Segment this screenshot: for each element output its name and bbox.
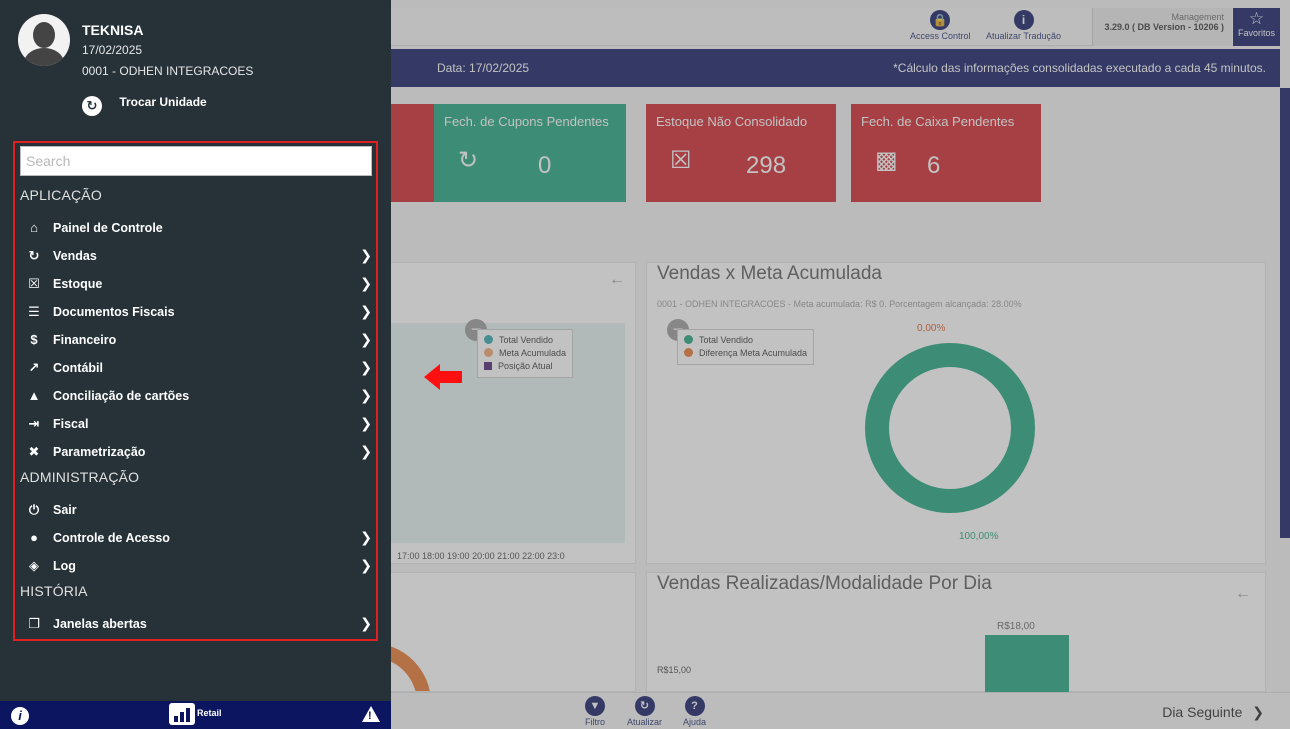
menu-item-label: Financeiro xyxy=(53,333,117,347)
user-date: 17/02/2025 xyxy=(82,43,143,57)
chart-line-icon: ↗ xyxy=(28,360,40,375)
user-name: TEKNISA xyxy=(82,22,144,38)
chevron-right-icon: ❯ xyxy=(360,387,372,403)
chevron-right-icon: ❯ xyxy=(360,415,372,431)
menu-item-label: Controle de Acesso xyxy=(53,531,170,545)
chevron-right-icon: ❯ xyxy=(360,529,372,545)
menu-section-title: HISTÓRIA xyxy=(20,583,88,599)
chevron-right-icon: ❯ xyxy=(360,359,372,375)
menu-item-log[interactable]: ◈ Log ❯ xyxy=(20,553,374,579)
switch-unit-button[interactable]: ↻ Trocar Unidade xyxy=(82,95,207,116)
chevron-right-icon: ❯ xyxy=(360,275,372,291)
chevron-right-icon: ❯ xyxy=(360,303,372,319)
warning-icon[interactable]: ! xyxy=(362,706,380,722)
menu-item-label: Conciliação de cartões xyxy=(53,389,190,403)
menu-highlight-box: APLICAÇÃO ⌂ Painel de Controle ↻ Vendas ❯ ☒ Est… xyxy=(13,141,378,641)
search-input[interactable] xyxy=(20,146,372,176)
menu-item-controle-de-acesso[interactable]: ● Controle de Acesso ❯ xyxy=(20,525,374,551)
chevron-right-icon: ❯ xyxy=(360,615,372,631)
menu-item-label: Vendas xyxy=(53,249,97,263)
tools-icon: ✖ xyxy=(28,444,40,459)
info-icon[interactable]: i xyxy=(11,707,29,725)
sync-icon: ↻ xyxy=(82,96,102,116)
menu-item-fiscal[interactable]: ⇥ Fiscal ❯ xyxy=(20,411,374,437)
menu-item-vendas[interactable]: ↻ Vendas ❯ xyxy=(20,243,374,269)
menu-section-title: APLICAÇÃO xyxy=(20,187,102,203)
menu-item-concilia-o-de-cart-es[interactable]: ▲ Conciliação de cartões ❯ xyxy=(20,383,374,409)
documents-icon: ☰ xyxy=(28,304,40,319)
modal-overlay[interactable] xyxy=(391,0,1290,729)
menu-item-documentos-fiscais[interactable]: ☰ Documentos Fiscais ❯ xyxy=(20,299,374,325)
menu-item-label: Estoque xyxy=(53,277,103,291)
red-arrow-annotation xyxy=(424,364,462,390)
menu-section-title: ADMINISTRAÇÃO xyxy=(20,469,140,485)
logo-text: Retail xyxy=(197,708,222,718)
menu-item-financeiro[interactable]: $ Financeiro ❯ xyxy=(20,327,374,353)
export-icon: ⇥ xyxy=(28,416,40,431)
money-bag-icon: ▲ xyxy=(27,388,41,403)
menu-item-estoque[interactable]: ☒ Estoque ❯ xyxy=(20,271,374,297)
menu-item-painel-de-controle[interactable]: ⌂ Painel de Controle xyxy=(20,215,374,241)
power-icon: ⏻ xyxy=(28,502,40,517)
menu-item-label: Parametrização xyxy=(53,445,146,459)
chevron-right-icon: ❯ xyxy=(360,443,372,459)
menu-footer: i Retail ! xyxy=(0,701,391,729)
home-icon: ⌂ xyxy=(30,220,38,235)
menu-item-sair[interactable]: ⏻ Sair xyxy=(20,497,374,523)
dollar-icon: $ xyxy=(30,332,38,347)
chevron-right-icon: ❯ xyxy=(360,557,372,573)
menu-item-label: Fiscal xyxy=(53,417,89,431)
chevron-right-icon: ❯ xyxy=(360,331,372,347)
side-menu: TEKNISA 17/02/2025 0001 - ODHEN INTEGRAC… xyxy=(0,0,391,729)
windows-icon: ❐ xyxy=(28,616,40,631)
menu-item-label: Sair xyxy=(53,503,77,517)
layers-icon: ◈ xyxy=(29,558,39,573)
menu-item-parametriza-o[interactable]: ✖ Parametrização ❯ xyxy=(20,439,374,465)
menu-item-label: Documentos Fiscais xyxy=(53,305,175,319)
menu-item-label: Janelas abertas xyxy=(53,617,147,631)
menu-item-label: Painel de Controle xyxy=(53,221,163,235)
menu-item-label: Log xyxy=(53,559,76,573)
menu-item-label: Contábil xyxy=(53,361,103,375)
menu-item-cont-bil[interactable]: ↗ Contábil ❯ xyxy=(20,355,374,381)
user-icon: ● xyxy=(30,530,38,545)
inventory-icon: ☒ xyxy=(28,276,40,291)
menu-item-janelas-abertas[interactable]: ❐ Janelas abertas ❯ xyxy=(20,611,374,637)
retail-logo xyxy=(169,703,195,725)
sales-icon: ↻ xyxy=(28,248,40,263)
avatar[interactable] xyxy=(18,14,70,66)
chevron-right-icon: ❯ xyxy=(360,247,372,263)
user-unit: 0001 - ODHEN INTEGRACOES xyxy=(82,64,254,78)
